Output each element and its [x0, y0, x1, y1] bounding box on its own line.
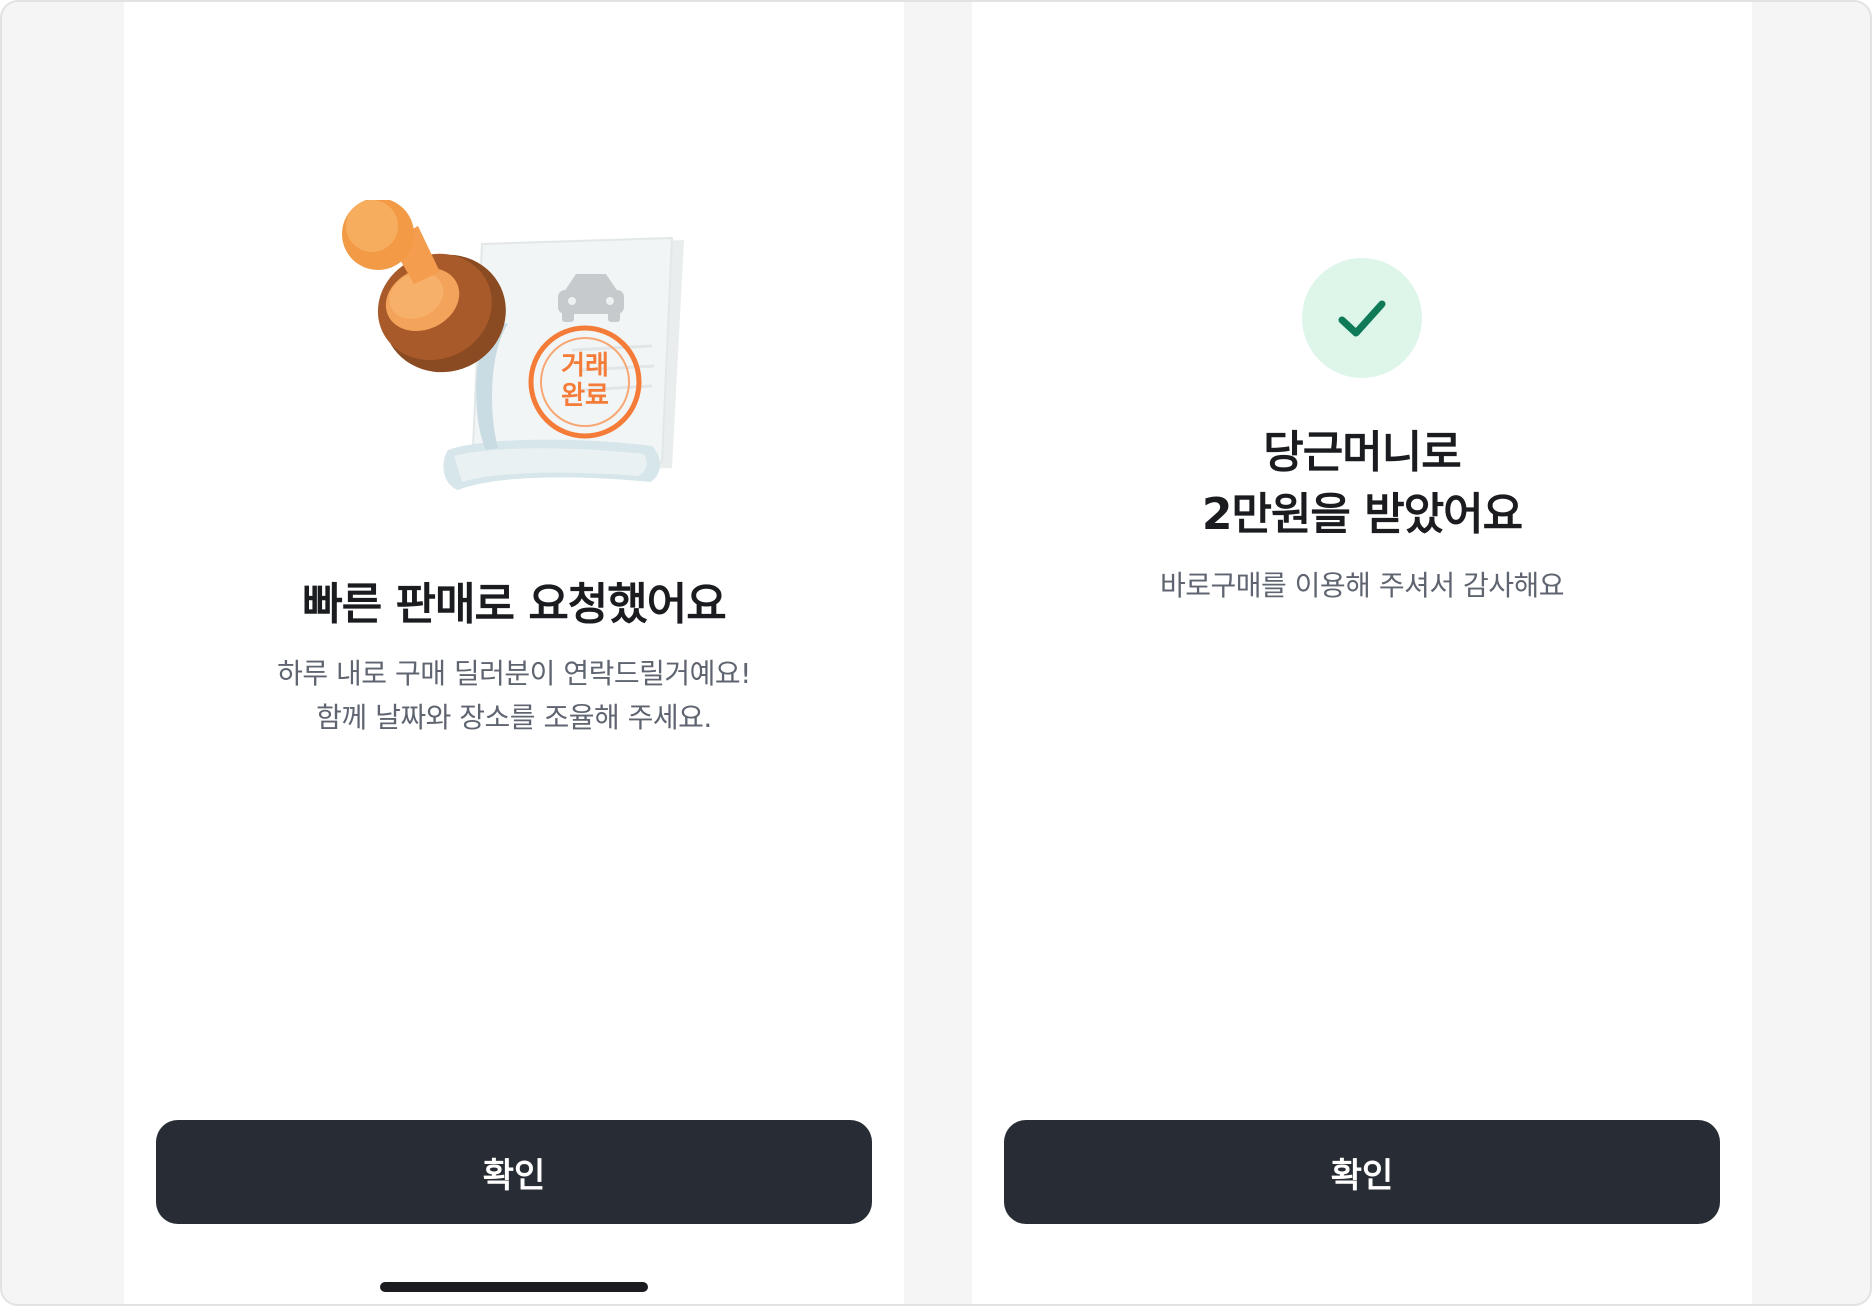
description: 바로구매를 이용해 주셔서 감사해요 [1159, 569, 1565, 602]
canvas: 거래 완료 빠른 판매로 요청했어요 하루 내로 구매 딜러분이 연락드릴거예요… [0, 0, 1872, 1306]
confirm-button[interactable]: 확인 [1004, 1120, 1720, 1224]
page-title: 당근머니로 2만원을 받았어요 [972, 422, 1752, 546]
title-line: 2만원을 받았어요 [1201, 489, 1523, 540]
description: 하루 내로 구매 딜러분이 연락드릴거예요! 함께 날짜와 장소를 조율해 주세… [124, 652, 904, 740]
check-icon [1338, 300, 1386, 337]
home-indicator [380, 1282, 648, 1292]
stamp-document-illustration: 거래 완료 [332, 198, 692, 500]
confirm-button[interactable]: 확인 [156, 1120, 872, 1224]
description-line: 하루 내로 구매 딜러분이 연락드릴거예요! [277, 657, 751, 690]
success-badge [1302, 258, 1422, 378]
stamp-text-line2: 완료 [561, 381, 609, 411]
payment-received-screen: 당근머니로 2만원을 받았어요 바로구매를 이용해 주셔서 감사해요 확인 [972, 2, 1752, 1304]
page-title: 빠른 판매로 요청했어요 [302, 579, 726, 630]
stamp-text-line1: 거래 [561, 351, 609, 381]
title-line: 당근머니로 [1263, 427, 1461, 478]
description-line: 함께 날짜와 장소를 조율해 주세요. [316, 701, 712, 734]
quick-sale-screen: 거래 완료 빠른 판매로 요청했어요 하루 내로 구매 딜러분이 연락드릴거예요… [124, 2, 904, 1304]
